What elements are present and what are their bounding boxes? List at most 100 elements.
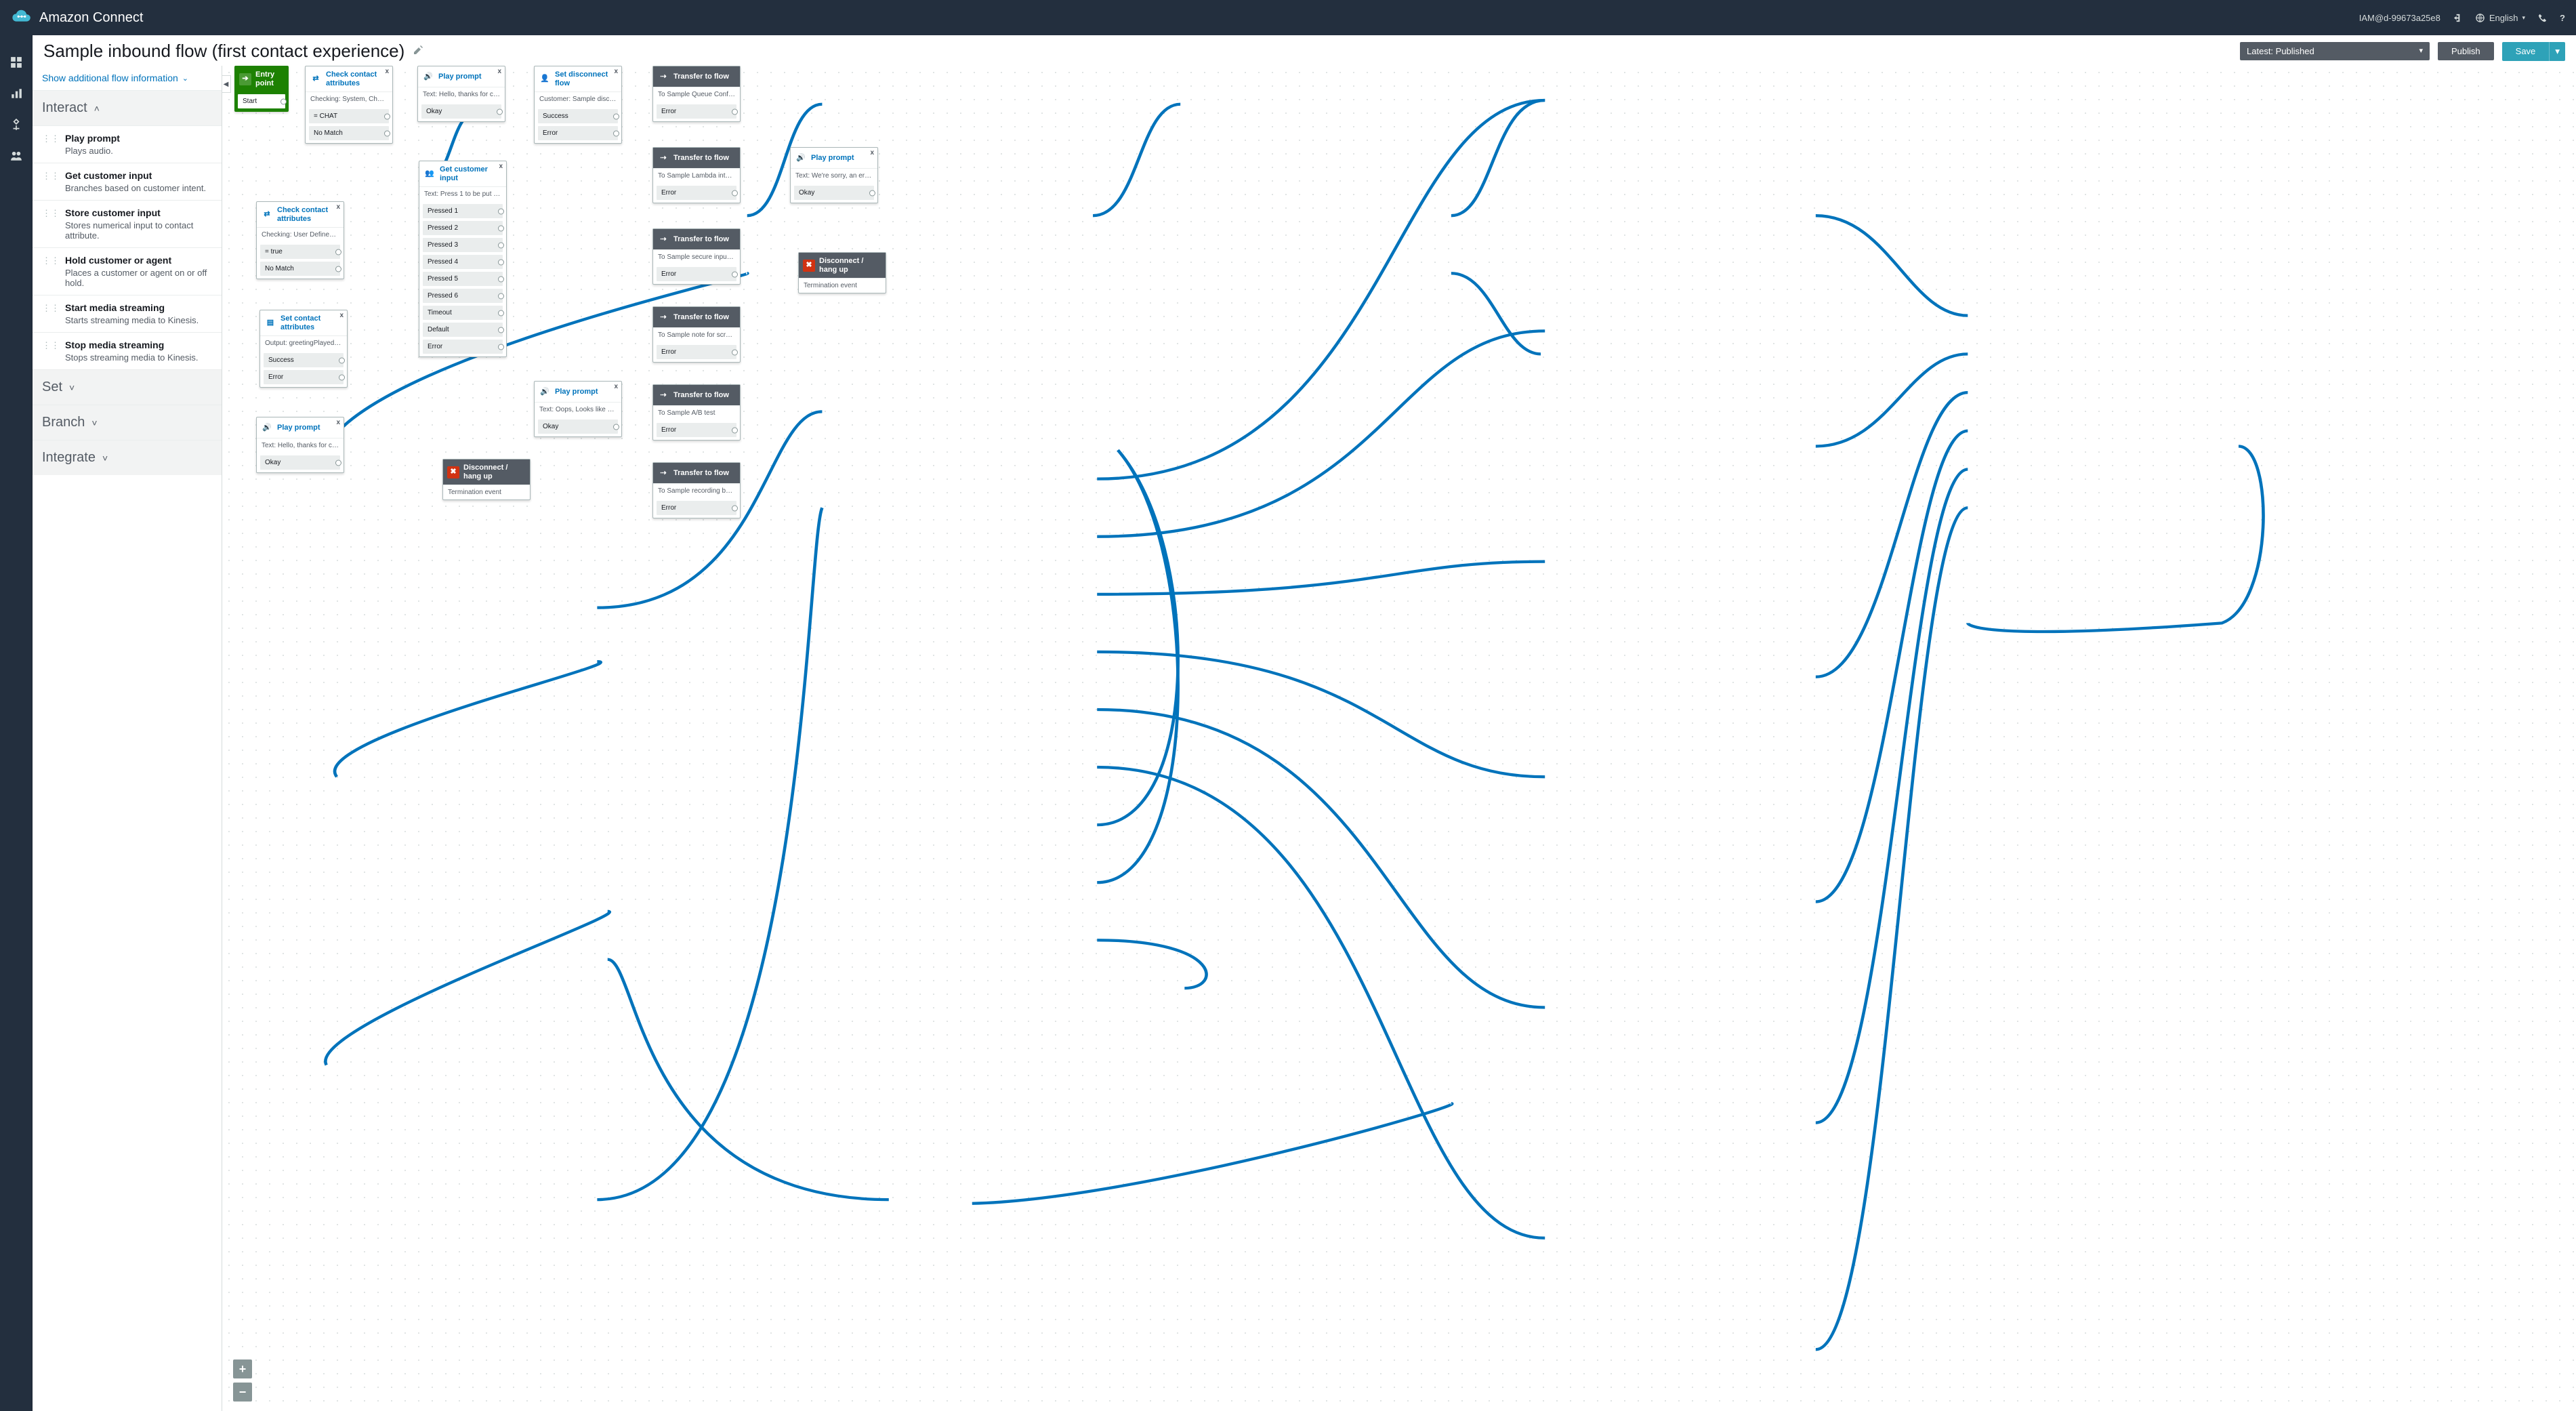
- branch[interactable]: Pressed 6: [423, 289, 503, 303]
- caret-down-icon: ▾: [2522, 14, 2526, 22]
- language-picker[interactable]: English ▾: [2475, 13, 2525, 23]
- node-transfer-to-flow[interactable]: ⇢Transfer to flow To Sample A/B test Err…: [652, 384, 741, 441]
- drag-handle-icon: ⋮⋮: [42, 255, 60, 288]
- block-item[interactable]: ⋮⋮Hold customer or agentPlaces a custome…: [33, 247, 222, 295]
- branch[interactable]: Pressed 2: [423, 221, 503, 235]
- close-icon[interactable]: x: [497, 68, 501, 76]
- flow-canvas[interactable]: ◀: [222, 66, 2576, 1411]
- branch[interactable]: Error: [423, 340, 503, 354]
- section-set[interactable]: Set˅: [33, 369, 222, 405]
- node-entry-point[interactable]: ➔Entry point Start: [234, 66, 289, 112]
- branch[interactable]: Okay: [538, 420, 618, 434]
- connectors-layer: [222, 66, 2576, 1411]
- branch[interactable]: Pressed 5: [423, 272, 503, 286]
- branch[interactable]: Timeout: [423, 306, 503, 320]
- edit-title-icon[interactable]: [413, 45, 423, 58]
- drag-handle-icon: ⋮⋮: [42, 302, 60, 325]
- nav-routing-icon[interactable]: [9, 118, 23, 131]
- nav-rail: [0, 35, 33, 1411]
- block-item[interactable]: ⋮⋮Stop media streamingStops streaming me…: [33, 332, 222, 369]
- save-dropdown-icon[interactable]: ▾: [2549, 42, 2565, 61]
- branch[interactable]: Okay: [794, 186, 874, 200]
- close-icon[interactable]: x: [870, 149, 874, 157]
- branch[interactable]: Okay: [421, 104, 501, 119]
- help-icon[interactable]: ?: [2560, 13, 2565, 23]
- branch-icon: ⇄: [261, 209, 273, 221]
- close-icon[interactable]: x: [336, 203, 340, 211]
- close-icon[interactable]: x: [385, 68, 389, 76]
- branch[interactable]: Error: [657, 104, 736, 119]
- node-play-prompt[interactable]: 🔊Play promptx Text: Hello, thanks for co…: [417, 66, 505, 122]
- node-disconnect-hangup[interactable]: ✖Disconnect / hang upx Termination event: [798, 252, 886, 293]
- nav-users-icon[interactable]: [9, 149, 23, 163]
- transfer-icon: ⇢: [657, 70, 669, 83]
- section-integrate[interactable]: Integrate˅: [33, 440, 222, 475]
- section-branch[interactable]: Branch˅: [33, 405, 222, 440]
- branch-start[interactable]: Start: [238, 94, 285, 108]
- section-interact[interactable]: Interact ˄: [33, 90, 222, 125]
- branch[interactable]: Error: [657, 345, 736, 359]
- zoom-out-button[interactable]: −: [233, 1383, 252, 1402]
- branch[interactable]: Default: [423, 323, 503, 337]
- close-icon[interactable]: x: [614, 68, 618, 76]
- node-transfer-to-flow[interactable]: ⇢Transfer to flow To Sample secure input…: [652, 228, 741, 285]
- show-info-link[interactable]: Show additional flow information ⌄: [33, 66, 222, 90]
- node-transfer-to-flow[interactable]: ⇢Transfer to flow To Sample Lambda integ…: [652, 147, 741, 203]
- branch[interactable]: Pressed 1: [423, 204, 503, 218]
- branch[interactable]: Error: [264, 370, 344, 384]
- zoom-in-button[interactable]: +: [233, 1359, 252, 1378]
- branch[interactable]: Success: [264, 353, 344, 367]
- branch[interactable]: Okay: [260, 455, 340, 470]
- chevron-down-icon: ˅: [69, 382, 75, 393]
- close-icon[interactable]: x: [499, 163, 503, 171]
- branch[interactable]: Error: [538, 126, 618, 140]
- branch[interactable]: Error: [657, 267, 736, 281]
- node-get-customer-input[interactable]: 👥Get customer inputx Text: Press 1 to be…: [419, 161, 507, 357]
- node-check-contact-attributes[interactable]: ⇄Check contact attributesx Checking: Sys…: [305, 66, 393, 144]
- branch[interactable]: Pressed 4: [423, 255, 503, 269]
- node-transfer-to-flow[interactable]: ⇢Transfer to flow To Sample note for scr…: [652, 306, 741, 363]
- chevron-up-icon: ˄: [94, 103, 100, 114]
- node-set-disconnect-flow[interactable]: 👤Set disconnect flowx Customer: Sample d…: [534, 66, 622, 144]
- publish-button[interactable]: Publish: [2438, 42, 2494, 60]
- branch[interactable]: No Match: [260, 262, 340, 276]
- block-item[interactable]: ⋮⋮Get customer inputBranches based on cu…: [33, 163, 222, 200]
- block-item[interactable]: ⋮⋮Start media streamingStarts streaming …: [33, 295, 222, 332]
- branch[interactable]: Pressed 3: [423, 238, 503, 252]
- close-icon[interactable]: x: [522, 461, 526, 469]
- phone-icon[interactable]: [2537, 13, 2548, 23]
- branch[interactable]: Success: [538, 109, 618, 123]
- nav-metrics-icon[interactable]: [9, 87, 23, 100]
- node-play-prompt[interactable]: 🔊Play promptx Text: We're sorry, an erro…: [790, 147, 878, 203]
- branch[interactable]: Error: [657, 501, 736, 515]
- drag-handle-icon: ⋮⋮: [42, 170, 60, 193]
- chevron-down-icon: ˅: [102, 453, 108, 464]
- logout-icon[interactable]: [2453, 13, 2463, 23]
- node-transfer-to-flow[interactable]: ⇢Transfer to flow To Sample Queue Config…: [652, 66, 741, 122]
- set-icon: ▤: [264, 317, 276, 329]
- node-play-prompt[interactable]: 🔊Play promptx Text: Hello, thanks for ca…: [256, 417, 344, 473]
- block-item[interactable]: ⋮⋮Play promptPlays audio.: [33, 125, 222, 163]
- close-icon[interactable]: x: [614, 383, 618, 391]
- node-transfer-to-flow[interactable]: ⇢Transfer to flow To Sample recording be…: [652, 462, 741, 518]
- branch[interactable]: No Match: [309, 126, 389, 140]
- hangup-icon: ✖: [447, 466, 459, 478]
- node-play-prompt[interactable]: 🔊Play promptx Text: Oops, Looks like an …: [534, 381, 622, 437]
- close-icon[interactable]: x: [336, 419, 340, 427]
- save-button[interactable]: Save: [2502, 42, 2550, 61]
- branch[interactable]: = true: [260, 245, 340, 259]
- branch[interactable]: Error: [657, 186, 736, 200]
- close-icon[interactable]: x: [339, 312, 344, 320]
- collapse-sidebar-handle[interactable]: ◀: [222, 75, 231, 93]
- node-set-contact-attributes[interactable]: ▤Set contact attributesx Output: greetin…: [259, 310, 348, 388]
- nav-dashboard-icon[interactable]: [9, 56, 23, 69]
- transfer-icon: ⇢: [657, 311, 669, 323]
- node-disconnect-hangup[interactable]: ✖Disconnect / hang upx Termination event: [442, 459, 531, 500]
- branch[interactable]: = CHAT: [309, 109, 389, 123]
- close-icon[interactable]: x: [878, 254, 882, 262]
- block-item[interactable]: ⋮⋮Store customer inputStores numerical i…: [33, 200, 222, 247]
- version-select[interactable]: Latest: Published: [2240, 42, 2430, 60]
- node-check-contact-attributes[interactable]: ⇄Check contact attributesx Checking: Use…: [256, 201, 344, 279]
- branch[interactable]: Error: [657, 423, 736, 437]
- account-label[interactable]: IAM@d-99673a25e8: [2359, 13, 2440, 23]
